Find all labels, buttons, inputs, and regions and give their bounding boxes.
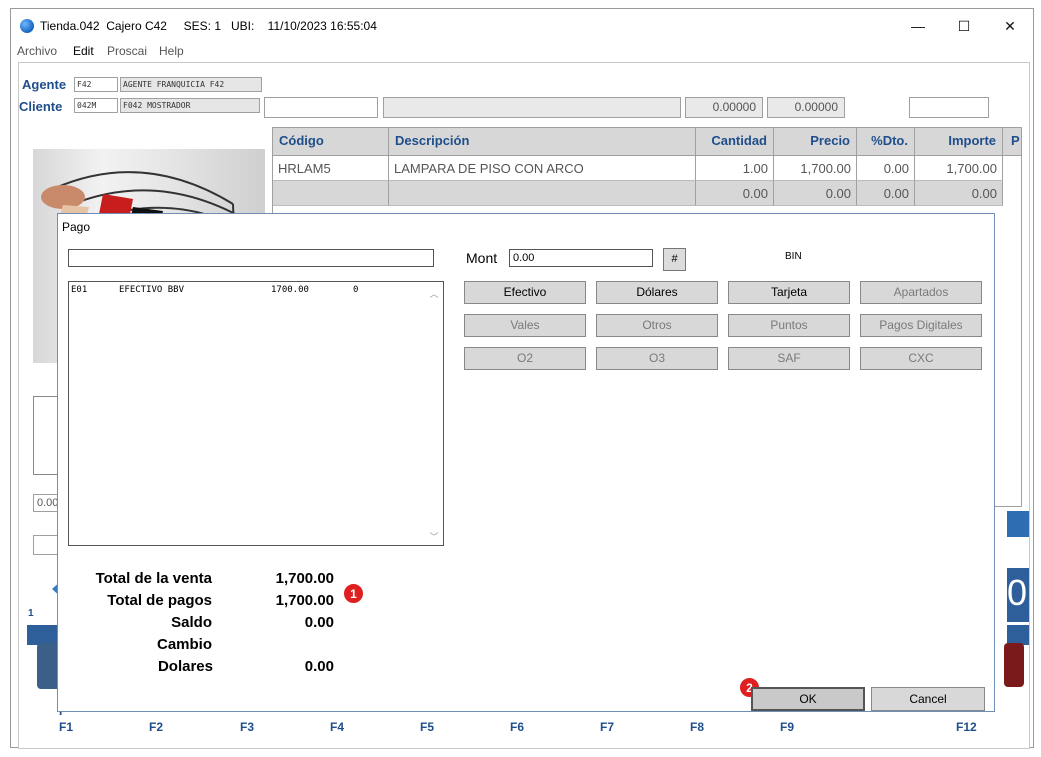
table-cell[interactable]: 1,700.00 bbox=[774, 156, 857, 181]
table-cell[interactable]: 0.00 bbox=[857, 156, 915, 181]
vales-button[interactable]: Vales bbox=[464, 314, 586, 337]
dolares-button[interactable]: Dólares bbox=[596, 281, 718, 304]
table-cell[interactable]: HRLAM5 bbox=[273, 156, 389, 181]
dolares-value: 0.00 bbox=[304, 658, 334, 675]
efectivo-button[interactable]: Efectivo bbox=[464, 281, 586, 304]
col-p[interactable]: P bbox=[1003, 128, 1021, 156]
fkey-f3[interactable]: F3 bbox=[240, 720, 254, 734]
table-cell[interactable]: 0.00 bbox=[857, 181, 915, 206]
amount1-display: 0.00000 bbox=[685, 97, 763, 118]
agente-name-field: AGENTE FRANQUICIA F42 bbox=[120, 77, 262, 92]
mont-label: Mont bbox=[466, 250, 498, 266]
maximize-button[interactable]: ☐ bbox=[941, 13, 987, 39]
pago-reference-input[interactable] bbox=[68, 249, 434, 267]
fkey-f8[interactable]: F8 bbox=[690, 720, 704, 734]
col-codigo[interactable]: Código bbox=[273, 128, 389, 156]
tarjeta-button[interactable]: Tarjeta bbox=[728, 281, 850, 304]
chevron-up-icon[interactable]: ︿ bbox=[429, 287, 439, 299]
side-label-1: 1 bbox=[28, 608, 34, 619]
menu-edit[interactable]: Edit bbox=[73, 44, 94, 58]
table-cell[interactable]: LAMPARA DE PISO CON ARCO bbox=[389, 156, 696, 181]
total-pagos-label: Total de pagos bbox=[107, 592, 212, 609]
list-item-desc: EFECTIVO BBV bbox=[119, 285, 185, 295]
table-cell[interactable]: 1,700.00 bbox=[915, 156, 1003, 181]
pagos-digitales-button[interactable]: Pagos Digitales bbox=[860, 314, 982, 337]
right-bar-bottom bbox=[1007, 625, 1029, 645]
table-cell[interactable] bbox=[389, 181, 696, 206]
payments-list[interactable]: E01 EFECTIVO BBV 1700.00 0 ︿ ﹀ bbox=[68, 281, 444, 546]
list-item-code: E01 bbox=[71, 285, 88, 295]
table-cell[interactable]: 0.00 bbox=[915, 181, 1003, 206]
list-item-amount: 1700.00 bbox=[271, 285, 309, 295]
close-button[interactable]: ✕ bbox=[987, 13, 1033, 39]
agente-code-field[interactable]: F42 bbox=[74, 77, 118, 92]
description-display bbox=[383, 97, 681, 118]
right-bar-top bbox=[1007, 511, 1029, 537]
dolares-label: Dolares bbox=[157, 658, 213, 675]
mont-input[interactable]: 0.00 bbox=[509, 249, 653, 267]
menu-proscai[interactable]: Proscai bbox=[107, 44, 147, 58]
cancel-button[interactable]: Cancel bbox=[871, 687, 985, 711]
chevron-down-icon[interactable]: ﹀ bbox=[429, 530, 439, 542]
col-cantidad[interactable]: Cantidad bbox=[696, 128, 774, 156]
saf-button[interactable]: SAF bbox=[728, 347, 850, 370]
table-cell[interactable]: 0.00 bbox=[696, 181, 774, 206]
list-scrollbar[interactable]: ︿ ﹀ bbox=[426, 283, 443, 544]
extra-input[interactable] bbox=[909, 97, 989, 118]
menu-help[interactable]: Help bbox=[159, 44, 184, 58]
minimize-button[interactable]: — bbox=[895, 13, 941, 39]
fkey-f1[interactable]: F1 bbox=[59, 720, 73, 734]
cambio-label: Cambio bbox=[156, 636, 212, 653]
o2-button[interactable]: O2 bbox=[464, 347, 586, 370]
fkey-f4[interactable]: F4 bbox=[330, 720, 344, 734]
bin-label: BIN bbox=[785, 251, 802, 262]
col-importe[interactable]: Importe bbox=[915, 128, 1003, 156]
fkey-f7[interactable]: F7 bbox=[600, 720, 614, 734]
fkey-f12[interactable]: F12 bbox=[956, 720, 977, 734]
saldo-label: Saldo bbox=[171, 614, 212, 631]
dialog-title: Pago bbox=[62, 220, 91, 234]
fkey-f2[interactable]: F2 bbox=[149, 720, 163, 734]
puntos-button[interactable]: Puntos bbox=[728, 314, 850, 337]
title-bar: Tienda.042 Cajero C42 SES: 1 UBI: 11/10/… bbox=[11, 9, 1033, 41]
window-title: Tienda.042 Cajero C42 SES: 1 UBI: 11/10/… bbox=[40, 19, 377, 33]
annotation-badge-1: 1 bbox=[343, 583, 364, 604]
table-cell[interactable] bbox=[273, 181, 389, 206]
right-red-button[interactable] bbox=[1004, 643, 1024, 687]
menu-archivo[interactable]: Archivo bbox=[17, 44, 57, 58]
right-total-display: 0 bbox=[1007, 568, 1029, 622]
pago-dialog: Pago Mont 0.00 # BIN E01 EFECTIVO BBV 17… bbox=[57, 213, 995, 712]
total-pagos-value: 1,700.00 bbox=[275, 592, 334, 609]
col-dto[interactable]: %Dto. bbox=[857, 128, 915, 156]
cxc-button[interactable]: CXC bbox=[860, 347, 982, 370]
fkey-f5[interactable]: F5 bbox=[420, 720, 434, 734]
menu-bar: Archivo Edit Proscai Help bbox=[11, 41, 1033, 61]
o3-button[interactable]: O3 bbox=[596, 347, 718, 370]
total-venta-value: 1,700.00 bbox=[275, 570, 334, 587]
function-key-bar: F1 F2 F3 F4 F5 F6 F7 F8 F9 F12 bbox=[19, 720, 1029, 740]
fkey-f6[interactable]: F6 bbox=[510, 720, 524, 734]
ok-button[interactable]: OK bbox=[751, 687, 865, 711]
cliente-name-field: F042 MOSTRADOR bbox=[120, 98, 260, 113]
apartados-button[interactable]: Apartados bbox=[860, 281, 982, 304]
agente-label: Agente bbox=[22, 77, 67, 92]
hash-button[interactable]: # bbox=[663, 248, 686, 271]
table-cell[interactable]: 1.00 bbox=[696, 156, 774, 181]
cliente-code-field[interactable]: 042M bbox=[74, 98, 118, 113]
saldo-value: 0.00 bbox=[304, 614, 334, 631]
otros-button[interactable]: Otros bbox=[596, 314, 718, 337]
total-venta-label: Total de la venta bbox=[95, 570, 212, 587]
col-descripcion[interactable]: Descripción bbox=[389, 128, 696, 156]
search-code-input[interactable] bbox=[264, 97, 378, 118]
list-item-extra: 0 bbox=[353, 285, 359, 295]
amount2-display: 0.00000 bbox=[767, 97, 845, 118]
fkey-f9[interactable]: F9 bbox=[780, 720, 794, 734]
cliente-label: Cliente bbox=[19, 99, 63, 114]
table-cell[interactable]: 0.00 bbox=[774, 181, 857, 206]
col-precio[interactable]: Precio bbox=[774, 128, 857, 156]
globe-icon bbox=[20, 19, 34, 33]
